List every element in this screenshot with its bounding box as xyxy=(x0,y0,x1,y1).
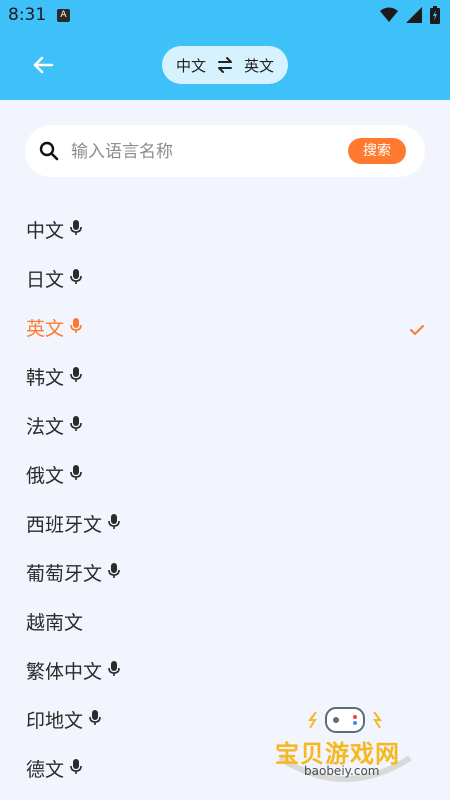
language-item[interactable]: 中文 xyxy=(0,205,450,254)
notification-icon: A xyxy=(57,9,70,22)
language-item[interactable]: 越南文 xyxy=(0,597,450,646)
microphone-icon xyxy=(70,317,82,339)
microphone-icon xyxy=(108,562,120,584)
arrow-left-icon xyxy=(33,56,54,74)
language-item[interactable]: 英文 xyxy=(0,303,450,352)
language-item[interactable]: 葡萄牙文 xyxy=(0,548,450,597)
language-label: 俄文 xyxy=(26,465,65,487)
microphone-icon xyxy=(70,415,82,437)
search-bar: 搜索 xyxy=(25,125,425,177)
search-icon xyxy=(39,141,59,161)
language-label: 韩文 xyxy=(26,367,65,389)
watermark-logo: 宝贝游戏网 baobeiy.com xyxy=(270,700,420,790)
language-label: 日文 xyxy=(26,269,65,291)
cellular-signal-icon xyxy=(406,7,422,23)
microphone-icon xyxy=(108,660,120,682)
language-item[interactable]: 俄文 xyxy=(0,450,450,499)
language-label: 英文 xyxy=(26,318,65,340)
language-item[interactable]: 韩文 xyxy=(0,352,450,401)
status-time: 8:31 xyxy=(8,5,47,25)
microphone-icon xyxy=(108,513,120,535)
microphone-icon xyxy=(89,709,101,731)
language-label: 德文 xyxy=(26,759,65,781)
watermark-domain: baobeiy.com xyxy=(304,764,380,778)
back-button[interactable] xyxy=(28,50,58,80)
microphone-icon xyxy=(70,464,82,486)
language-label: 西班牙文 xyxy=(26,514,103,536)
language-item[interactable]: 法文 xyxy=(0,401,450,450)
microphone-icon xyxy=(70,268,82,290)
language-item[interactable]: 日文 xyxy=(0,254,450,303)
checkmark-icon xyxy=(410,319,424,341)
language-item[interactable]: 繁体中文 xyxy=(0,646,450,695)
microphone-icon xyxy=(70,366,82,388)
language-label: 越南文 xyxy=(26,612,84,634)
battery-icon xyxy=(430,6,440,24)
status-icons xyxy=(380,6,440,24)
app-bar: 中文 英文 xyxy=(0,30,450,100)
source-language[interactable]: 中文 xyxy=(176,55,206,76)
search-input[interactable] xyxy=(69,137,353,167)
status-bar: 8:31 A xyxy=(0,0,450,30)
language-label: 中文 xyxy=(26,220,65,242)
search-button[interactable]: 搜索 xyxy=(348,138,406,164)
language-label: 法文 xyxy=(26,416,65,438)
language-item[interactable]: 西班牙文 xyxy=(0,499,450,548)
target-language[interactable]: 英文 xyxy=(244,55,274,76)
swap-icon[interactable] xyxy=(216,56,234,74)
language-label: 繁体中文 xyxy=(26,661,103,683)
wifi-icon xyxy=(380,7,398,22)
language-switcher[interactable]: 中文 英文 xyxy=(162,46,288,84)
microphone-icon xyxy=(70,219,82,241)
language-label: 葡萄牙文 xyxy=(26,563,103,585)
microphone-icon xyxy=(70,758,82,780)
language-label: 印地文 xyxy=(26,710,84,732)
